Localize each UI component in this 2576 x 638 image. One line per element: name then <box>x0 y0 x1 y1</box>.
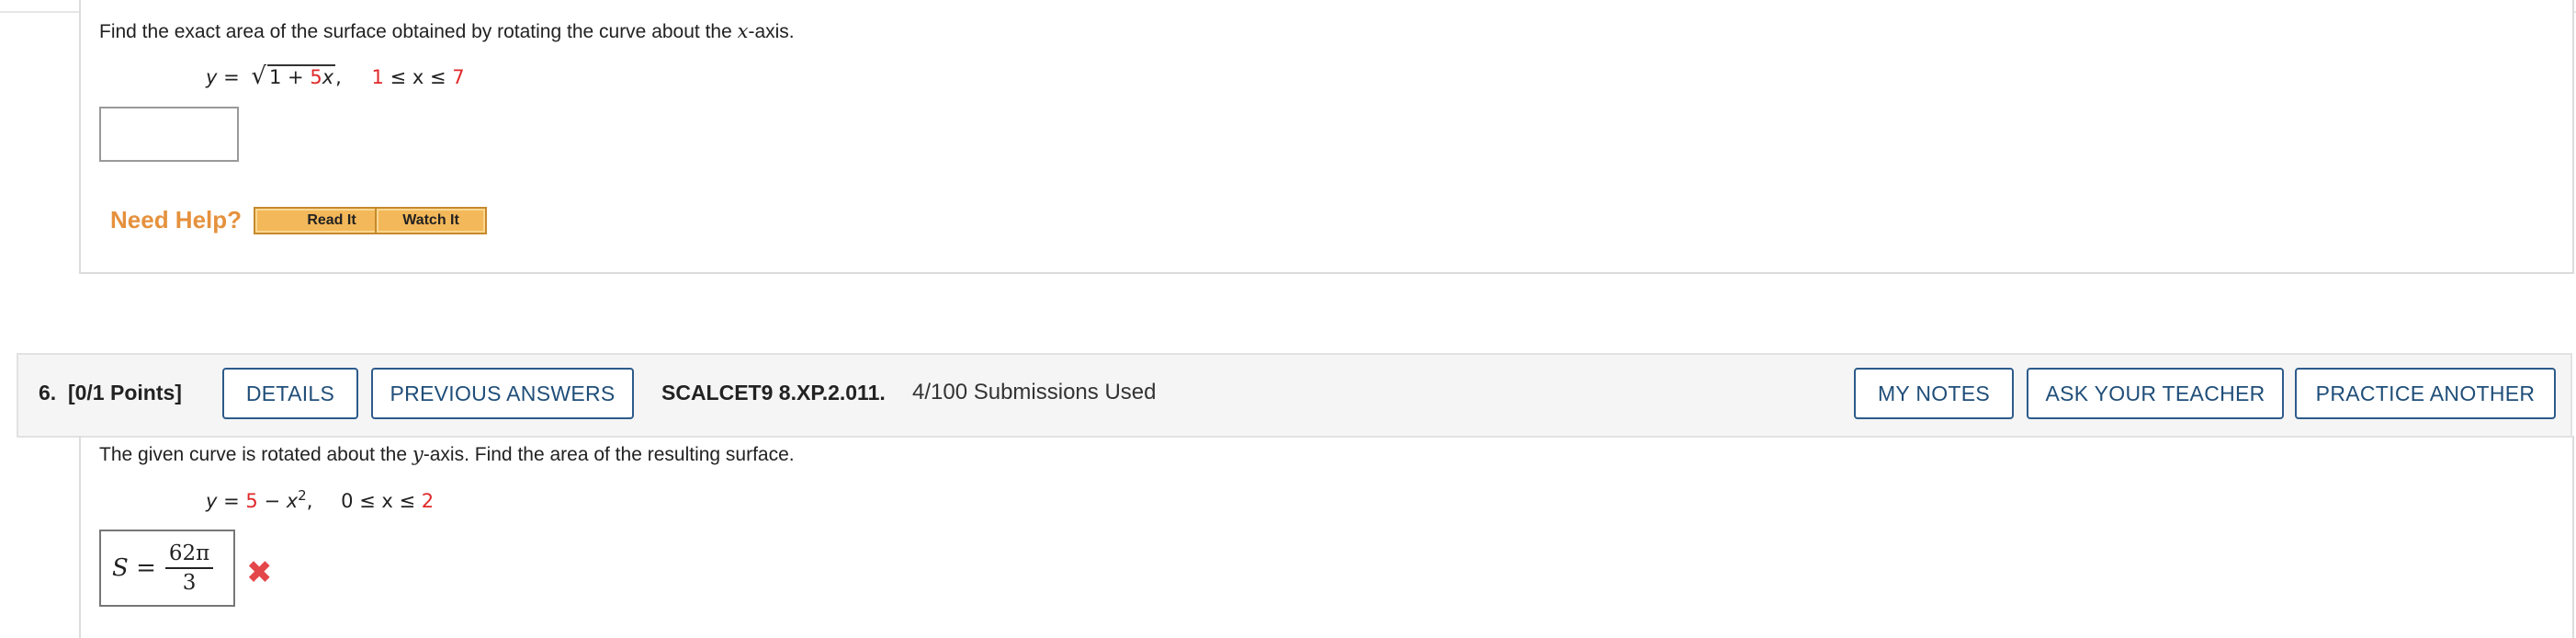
prompt-text: Find the exact area of the surface obtai… <box>99 21 738 42</box>
range-text: 0 ≤ x ≤ <box>341 490 422 512</box>
eq-equals: = <box>223 66 240 88</box>
sqrt-radicand: 1 + 5x <box>267 64 336 88</box>
question-6-body <box>79 436 2574 638</box>
eq-lhs: y <box>206 66 218 88</box>
range-high: 2 <box>421 490 435 512</box>
answer-lhs: S = <box>112 554 156 582</box>
eq-lhs: y <box>206 490 218 512</box>
eq-exponent: 2 <box>298 487 307 504</box>
question-number: 6. <box>39 381 57 404</box>
range-low: 1 <box>371 66 384 88</box>
eq-comma: , <box>306 490 313 512</box>
prompt-text: The given curve is rotated about the <box>99 444 412 465</box>
prompt-text-end: -axis. <box>748 21 795 42</box>
eq-var: x <box>286 490 299 512</box>
submissions-used: 4/100 Submissions Used <box>912 380 1157 404</box>
prompt-variable: x <box>737 20 749 42</box>
sqrt-icon: √ <box>251 63 266 90</box>
question-source: SCALCET9 8.XP.2.011. <box>661 381 886 404</box>
eq-equals: = <box>217 490 246 512</box>
radicand-const: 1 + <box>269 66 311 88</box>
my-notes-button[interactable]: MY NOTES <box>1854 368 2014 419</box>
question-6-equation: y = 5 − x2, 0 ≤ x ≤ 2 <box>206 487 434 512</box>
incorrect-x-icon: ✖ <box>246 555 273 590</box>
domain-range: 1 ≤ x ≤ 7 <box>372 66 465 88</box>
prompt-variable: y <box>412 443 424 465</box>
answer-fraction: 62π 3 <box>164 541 214 595</box>
previous-answers-button[interactable]: PREVIOUS ANSWERS <box>371 368 634 419</box>
domain-range: 0 ≤ x ≤ 2 <box>341 490 434 512</box>
question-6-prompt: The given curve is rotated about the y-a… <box>99 443 795 466</box>
fraction-numerator: 62π <box>164 541 214 569</box>
answer-field[interactable]: S = 62π 3 <box>99 530 235 607</box>
range-high: 7 <box>452 66 465 88</box>
eq-constant: 5 <box>245 490 258 512</box>
eq-comma: , <box>335 66 342 88</box>
radicand-coef: 5 <box>310 66 322 88</box>
fraction-denominator: 3 <box>182 571 197 595</box>
radicand-var: x <box>322 66 334 88</box>
question-6-number: 6. [0/1 Points] <box>39 381 182 405</box>
answer-input[interactable] <box>99 107 239 162</box>
range-mid: ≤ x ≤ <box>383 66 453 88</box>
practice-another-button[interactable]: PRACTICE ANOTHER <box>2295 368 2556 419</box>
question-5-equation: y = √ 1 + 5x, 1 ≤ x ≤ 7 <box>206 63 465 90</box>
question-points: [0/1 Points] <box>67 381 182 404</box>
details-button[interactable]: DETAILS <box>222 368 358 419</box>
need-help-label: Need Help? <box>110 206 243 234</box>
eq-minus: − <box>257 490 287 512</box>
ask-your-teacher-button[interactable]: ASK YOUR TEACHER <box>2027 368 2284 419</box>
question-5-prompt: Find the exact area of the surface obtai… <box>99 20 795 43</box>
prompt-text-end: -axis. Find the area of the resulting su… <box>423 444 795 465</box>
watch-it-button[interactable]: Watch It <box>375 207 487 234</box>
